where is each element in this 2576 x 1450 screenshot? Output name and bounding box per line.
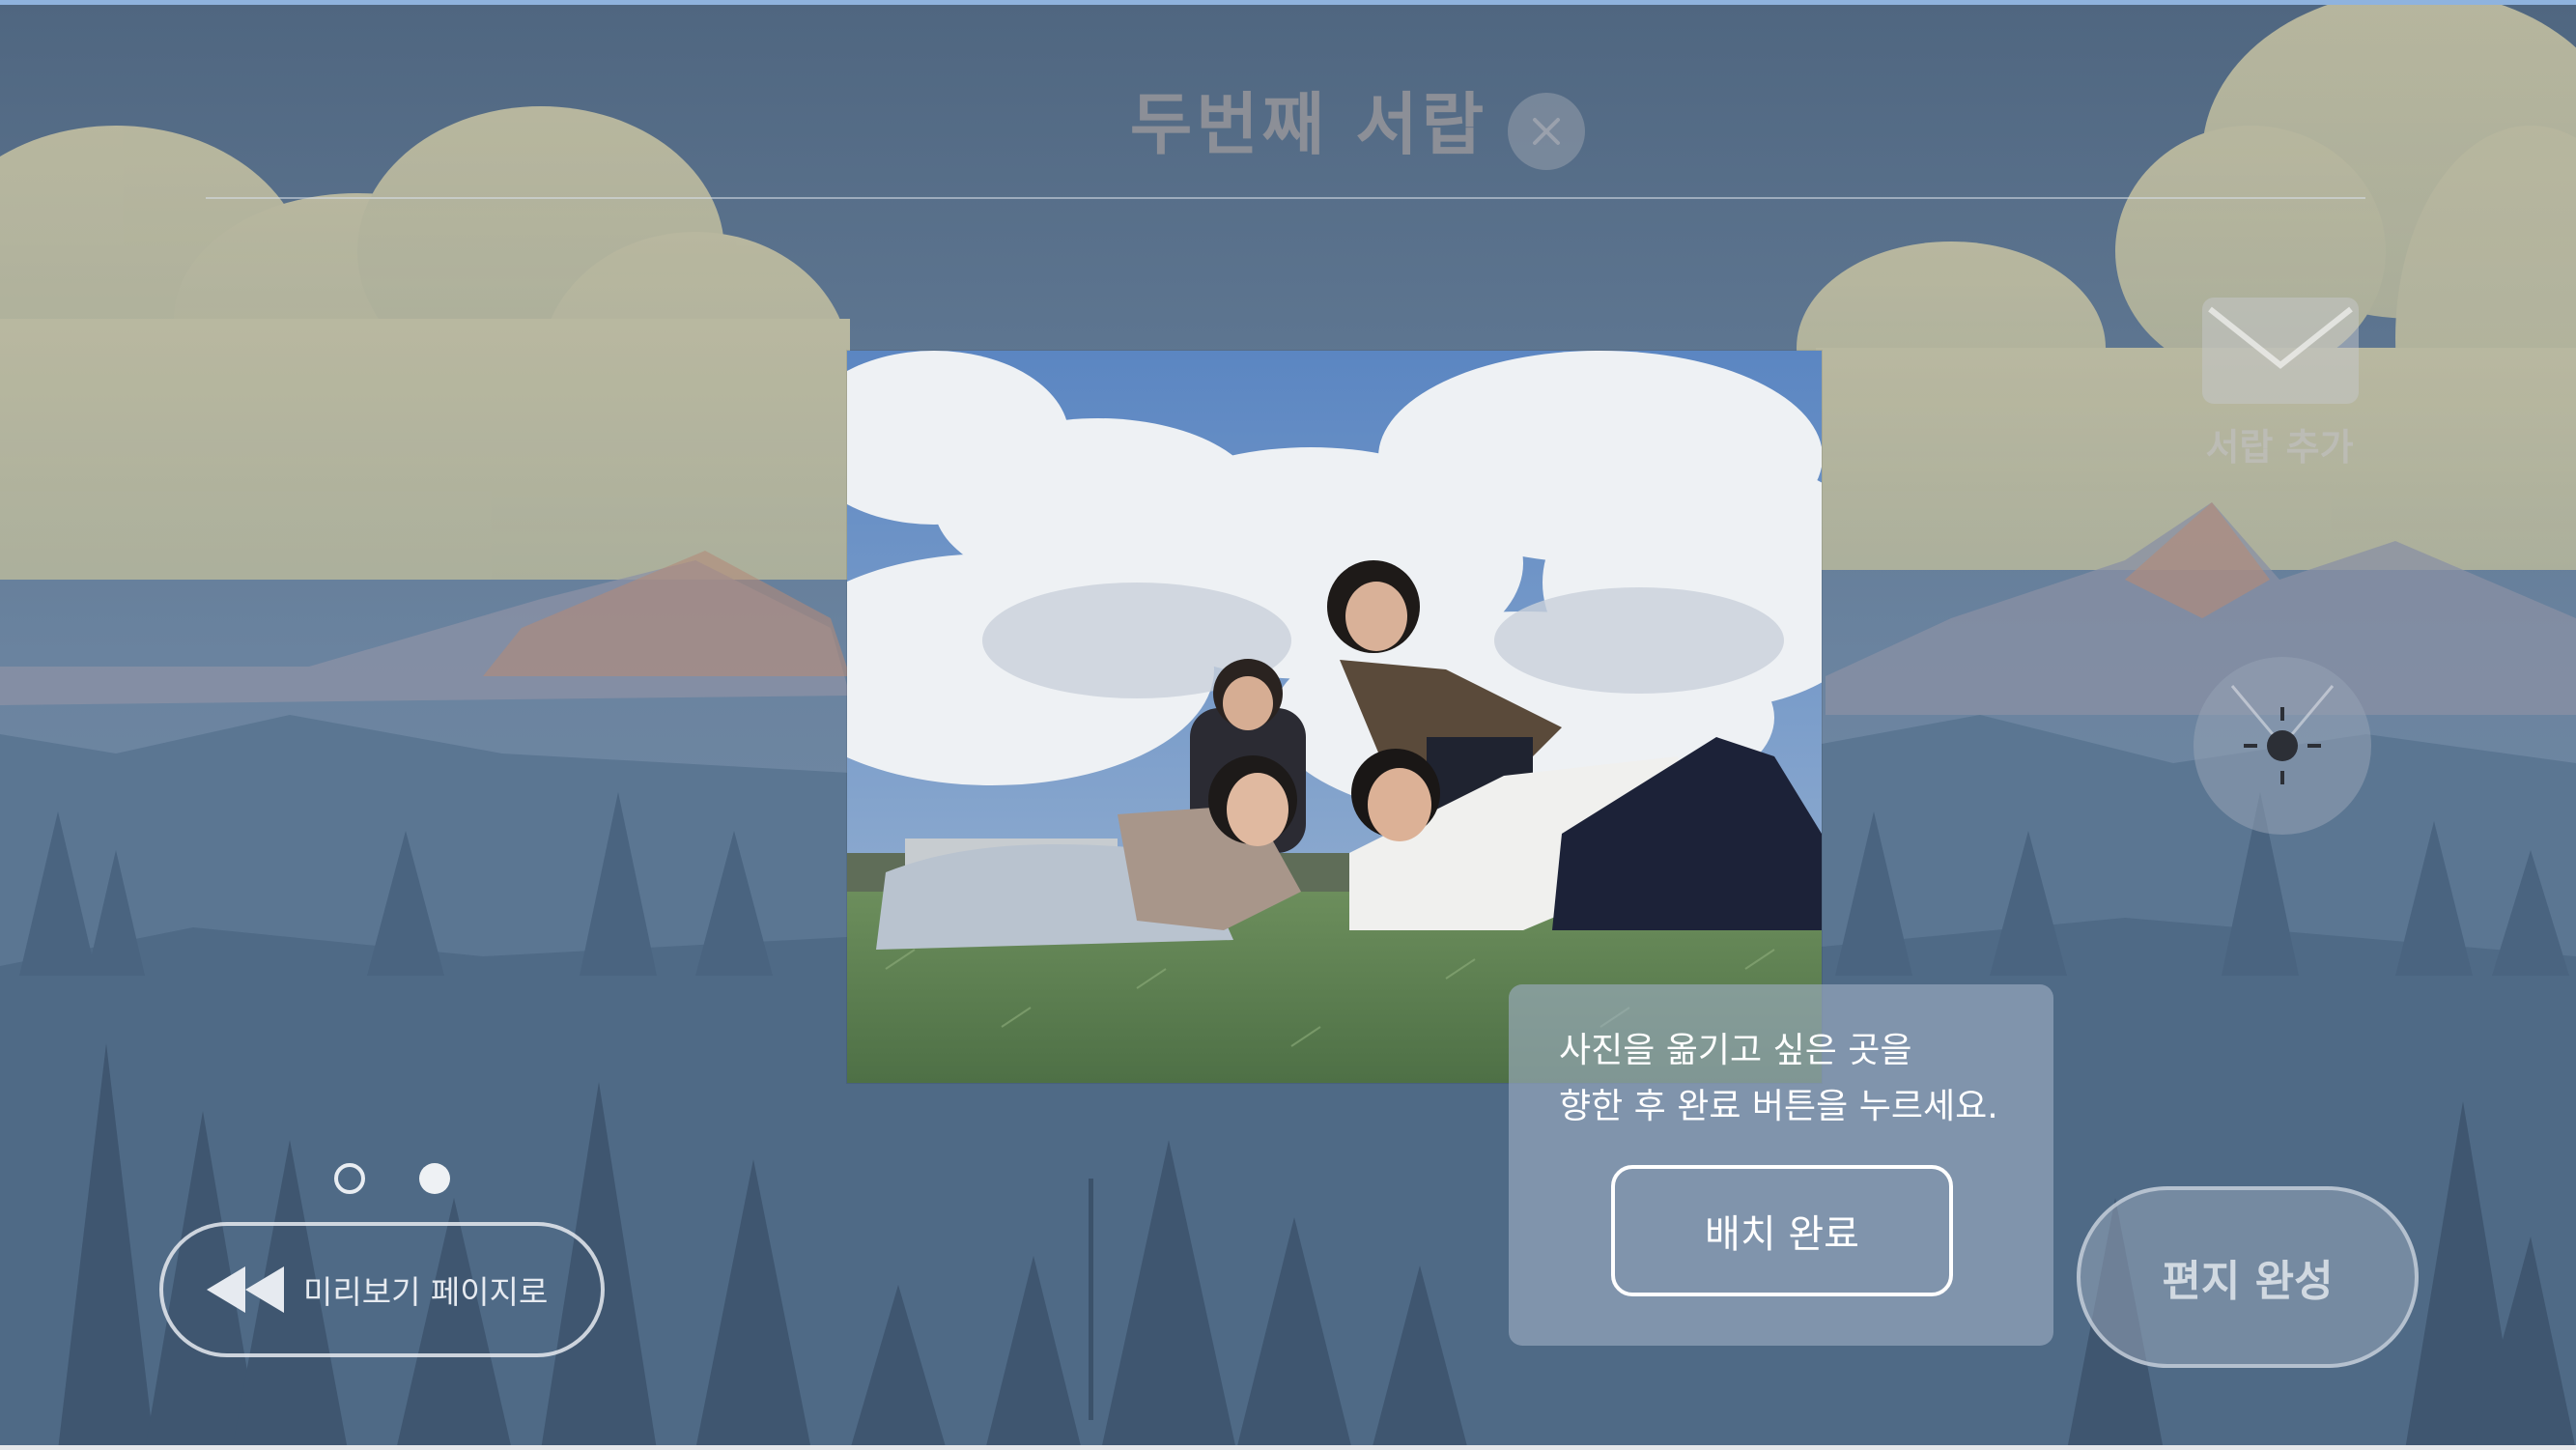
finish-letter-button[interactable]: 편지 완성 bbox=[2077, 1186, 2419, 1368]
page-title: 두번째 서랍 bbox=[1129, 85, 1488, 164]
placement-instruction-panel: 사진을 옮기고 싶은 곳을 향한 후 완료 버튼을 누르세요. 배치 완료 bbox=[1509, 984, 2053, 1346]
envelope-icon bbox=[2202, 298, 2359, 404]
close-icon bbox=[1533, 118, 1560, 145]
close-button[interactable] bbox=[1508, 93, 1585, 170]
instruction-text: 사진을 옮기고 싶은 곳을 향한 후 완료 버튼을 누르세요. bbox=[1559, 1023, 2042, 1135]
time-toggle-button[interactable] bbox=[2194, 657, 2371, 835]
photo-image bbox=[847, 351, 1822, 1083]
sun-icon bbox=[2230, 685, 2335, 784]
preview-page-button[interactable]: 미리보기 페이지로 bbox=[159, 1222, 605, 1357]
placed-photo[interactable] bbox=[847, 351, 1822, 1083]
add-drawer-button[interactable]: 서랍 추가 bbox=[2193, 290, 2366, 473]
app-stage: 두번째 서랍 서랍 추가 미리보기 페이지로 사진을 옮기고 싶은 곳을 향한 … bbox=[0, 0, 2576, 1450]
instruction-line-2: 향한 후 완료 버튼을 누르세요. bbox=[1559, 1087, 1998, 1126]
page-dot-2-active[interactable] bbox=[419, 1163, 450, 1194]
placement-done-button[interactable]: 배치 완료 bbox=[1611, 1165, 1953, 1296]
preview-button-label: 미리보기 페이지로 bbox=[303, 1273, 549, 1311]
rewind-icon bbox=[207, 1266, 284, 1313]
page-dot-1[interactable] bbox=[334, 1163, 365, 1194]
add-drawer-label: 서랍 추가 bbox=[2205, 426, 2354, 469]
top-accent-bar bbox=[0, 0, 2576, 5]
header-divider bbox=[206, 197, 2365, 199]
bottom-strip bbox=[0, 1445, 2576, 1450]
instruction-line-1: 사진을 옮기고 싶은 곳을 bbox=[1559, 1031, 1912, 1070]
